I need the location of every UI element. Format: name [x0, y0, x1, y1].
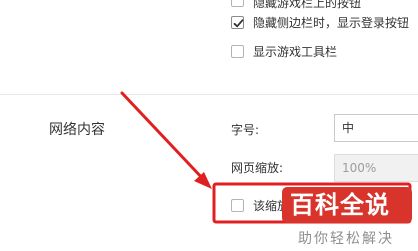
watermark-title: 百科全说 — [290, 191, 390, 219]
watermark-subtitle: 助你轻松解决 — [298, 231, 394, 247]
watermark: 百科全说 助你轻松解决 — [282, 184, 418, 251]
